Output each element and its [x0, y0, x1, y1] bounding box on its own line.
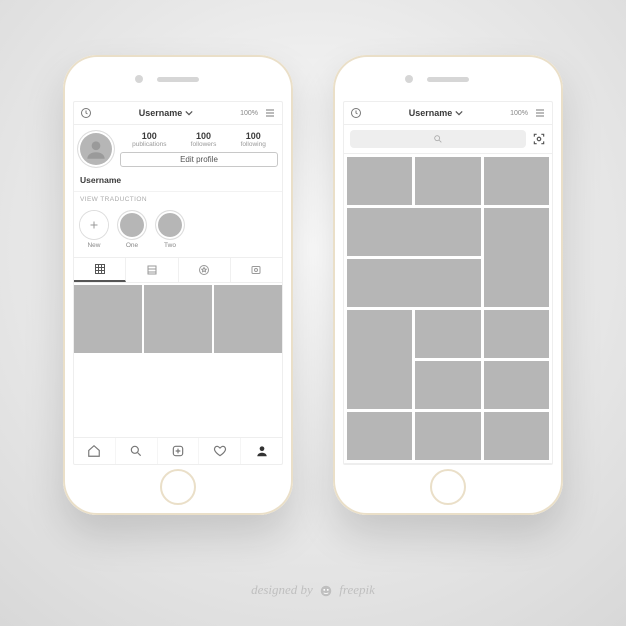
- nav-home[interactable]: [74, 438, 116, 464]
- top-bar: Username 100%: [344, 102, 552, 125]
- explore-tile[interactable]: [347, 310, 412, 409]
- phone-earpiece: [157, 77, 199, 82]
- phone-explore: Username 100%: [333, 55, 563, 515]
- header-title[interactable]: Username: [98, 108, 234, 118]
- explore-tile[interactable]: [484, 157, 549, 205]
- highlight-two[interactable]: Two: [156, 211, 184, 249]
- header-title-text: Username: [139, 108, 183, 118]
- bottom-nav: [344, 463, 552, 465]
- tab-star[interactable]: [179, 258, 231, 282]
- phone-camera: [135, 75, 143, 83]
- explore-grid: [344, 154, 552, 463]
- bottom-nav: [74, 437, 282, 464]
- home-button[interactable]: [160, 469, 196, 505]
- search-bar: [344, 125, 552, 154]
- nav-activity[interactable]: [199, 438, 241, 464]
- grid-thumb[interactable]: [74, 285, 142, 353]
- nav-add[interactable]: [158, 438, 200, 464]
- clock-icon[interactable]: [80, 107, 92, 119]
- chevron-down-icon: [455, 109, 463, 117]
- header-title[interactable]: Username: [368, 108, 504, 118]
- highlight-new[interactable]: New: [80, 211, 108, 249]
- profile-grid: [74, 283, 282, 353]
- grid-thumb[interactable]: [214, 285, 282, 353]
- freepik-logo-icon: [319, 584, 333, 598]
- battery-label: 100%: [240, 110, 258, 117]
- explore-tile[interactable]: [347, 412, 412, 460]
- menu-icon[interactable]: [264, 107, 276, 119]
- nav-add[interactable]: [428, 464, 470, 465]
- explore-tile[interactable]: [415, 157, 480, 205]
- tab-feed[interactable]: [126, 258, 178, 282]
- nav-profile[interactable]: [511, 464, 552, 465]
- screen-profile: Username 100% 100publications 100followe…: [73, 101, 283, 465]
- highlight-one[interactable]: One: [118, 211, 146, 249]
- grid-thumb[interactable]: [144, 285, 212, 353]
- highlights-row: New One Two: [74, 207, 282, 258]
- phone-profile: Username 100% 100publications 100followe…: [63, 55, 293, 515]
- search-input[interactable]: [350, 130, 526, 148]
- explore-tile[interactable]: [415, 412, 480, 460]
- explore-tile[interactable]: [484, 412, 549, 460]
- explore-tile[interactable]: [347, 208, 481, 256]
- header-title-text: Username: [409, 108, 453, 118]
- stat-publications[interactable]: 100publications: [132, 131, 166, 148]
- clock-icon[interactable]: [350, 107, 362, 119]
- phone-earpiece: [427, 77, 469, 82]
- stats-right: 100publications 100followers 100followin…: [120, 131, 278, 167]
- menu-icon[interactable]: [534, 107, 546, 119]
- avatar[interactable]: [78, 131, 114, 167]
- profile-tabs: [74, 258, 282, 283]
- explore-tile[interactable]: [347, 259, 481, 307]
- screen-explore: Username 100%: [343, 101, 553, 465]
- credit-line: designed by freepik: [0, 582, 626, 598]
- profile-stats-row: 100publications 100followers 100followin…: [74, 125, 282, 173]
- explore-tile[interactable]: [484, 310, 549, 358]
- explore-tile[interactable]: [415, 361, 480, 409]
- explore-tile[interactable]: [484, 208, 549, 307]
- home-button[interactable]: [430, 469, 466, 505]
- chevron-down-icon: [185, 109, 193, 117]
- profile-display-name: Username: [80, 175, 276, 185]
- stats-numbers: 100publications 100followers 100followin…: [120, 131, 278, 148]
- nav-search[interactable]: [386, 464, 428, 465]
- nav-activity[interactable]: [469, 464, 511, 465]
- stat-followers[interactable]: 100followers: [191, 131, 217, 148]
- explore-tile[interactable]: [415, 310, 480, 358]
- battery-label: 100%: [510, 110, 528, 117]
- tab-tagged[interactable]: [231, 258, 282, 282]
- search-icon: [433, 134, 443, 144]
- nav-home[interactable]: [344, 464, 386, 465]
- explore-tile[interactable]: [347, 157, 412, 205]
- tab-grid[interactable]: [74, 258, 126, 282]
- highlight-circle-icon: [118, 211, 146, 239]
- nav-search[interactable]: [116, 438, 158, 464]
- highlight-circle-icon: [156, 211, 184, 239]
- credit-prefix: designed by: [251, 582, 313, 597]
- top-bar: Username 100%: [74, 102, 282, 125]
- phone-camera: [405, 75, 413, 83]
- stat-following[interactable]: 100following: [241, 131, 266, 148]
- explore-tile[interactable]: [484, 361, 549, 409]
- scan-icon[interactable]: [532, 132, 546, 146]
- edit-profile-button[interactable]: Edit profile: [120, 152, 278, 167]
- profile-bio: Username: [74, 173, 282, 192]
- credit-brand: freepik: [339, 582, 375, 597]
- nav-profile[interactable]: [241, 438, 282, 464]
- view-translation-link[interactable]: VIEW TRADUCTION: [74, 192, 282, 207]
